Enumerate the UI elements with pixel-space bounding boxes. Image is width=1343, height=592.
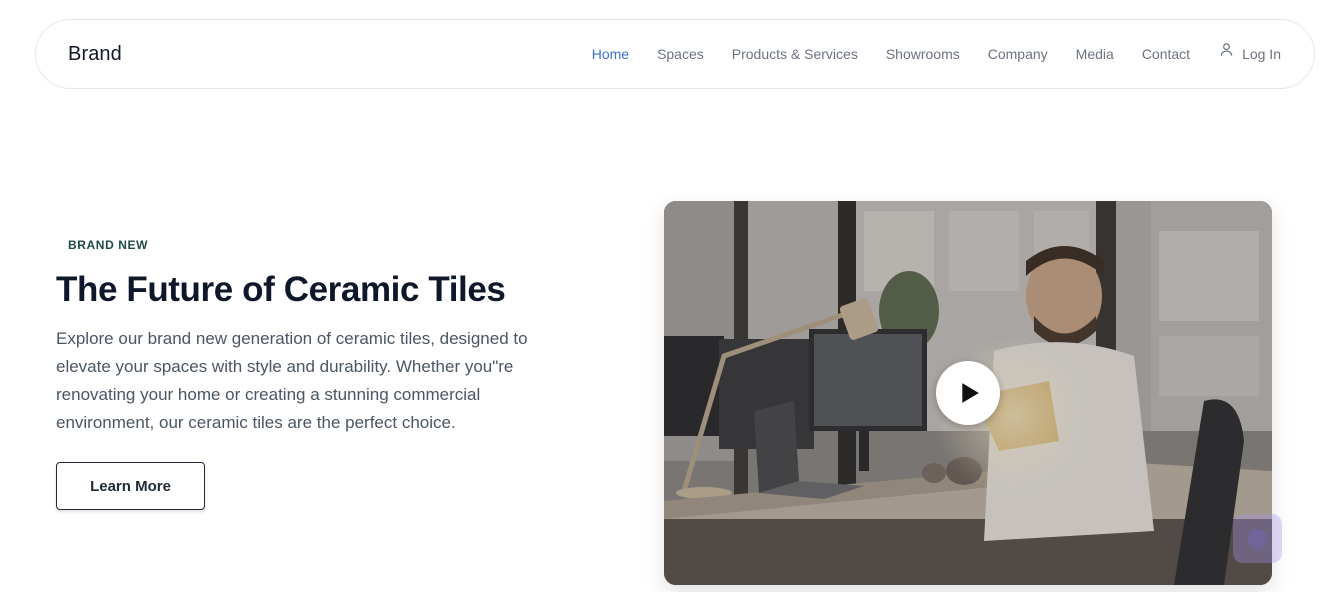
hero-title: The Future of Ceramic Tiles <box>56 270 506 309</box>
user-icon <box>1219 43 1234 63</box>
chat-icon <box>1247 528 1268 549</box>
hero-eyebrow: BRAND NEW <box>68 238 149 252</box>
play-icon <box>962 383 979 403</box>
nav-link-showrooms[interactable]: Showrooms <box>886 46 960 62</box>
video-thumbnail[interactable] <box>664 201 1272 585</box>
brand-logo[interactable]: Brand <box>68 43 122 66</box>
nav-links: Home Spaces Products & Services Showroom… <box>592 43 1281 63</box>
login-label: Log In <box>1242 46 1281 62</box>
play-button[interactable] <box>936 361 1000 425</box>
nav-link-home[interactable]: Home <box>592 46 629 62</box>
nav-link-contact[interactable]: Contact <box>1142 46 1190 62</box>
nav-link-company[interactable]: Company <box>988 46 1048 62</box>
hero-content: BRAND NEW The Future of Ceramic Tiles Ex… <box>56 238 556 510</box>
chat-widget-button[interactable] <box>1233 514 1282 563</box>
nav-link-products-services[interactable]: Products & Services <box>732 46 858 62</box>
navbar: Brand Home Spaces Products & Services Sh… <box>35 19 1315 89</box>
login-button[interactable]: Log In <box>1219 43 1281 63</box>
hero-description: Explore our brand new generation of cera… <box>56 329 528 432</box>
learn-more-button[interactable]: Learn More <box>56 462 205 510</box>
nav-link-spaces[interactable]: Spaces <box>657 46 704 62</box>
nav-link-media[interactable]: Media <box>1076 46 1114 62</box>
